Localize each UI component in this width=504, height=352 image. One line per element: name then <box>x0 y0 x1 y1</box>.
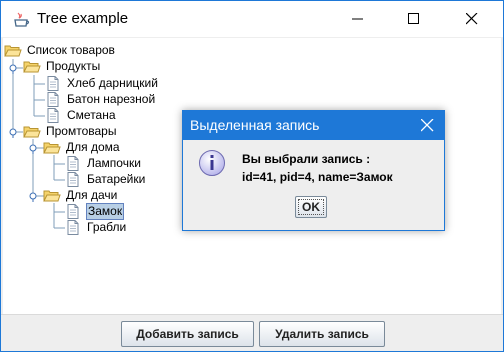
tree-node-label: Грабли <box>87 219 127 234</box>
tree-node-label: Хлеб дарницкий <box>67 75 158 90</box>
file-icon <box>67 155 79 171</box>
tree-node-root[interactable]: Список товаров <box>4 42 116 58</box>
dialog-title: Выделенная запись <box>190 117 320 133</box>
tree-leaf-bread1[interactable]: Хлеб дарницкий <box>44 75 159 91</box>
close-button[interactable] <box>449 1 495 37</box>
tree-node-label: Лампочки <box>87 155 141 170</box>
open-folder-icon <box>23 126 41 137</box>
tree-node-label: Список товаров <box>27 42 115 57</box>
close-icon <box>466 13 478 25</box>
dialog-message-heading: Вы выбрали запись : <box>242 152 371 166</box>
file-icon <box>47 91 59 107</box>
tree-leaf-rake[interactable]: Грабли <box>64 219 127 235</box>
file-icon <box>67 219 79 235</box>
dialog-close-button[interactable] <box>411 111 444 140</box>
open-folder-icon <box>23 61 41 72</box>
title-bar[interactable]: Tree example <box>1 1 503 37</box>
tree-leaf-lock-selected[interactable]: Замок <box>64 202 125 220</box>
maximize-icon <box>408 13 419 24</box>
dialog-title-bar[interactable]: Выделенная запись <box>183 111 444 140</box>
add-record-button[interactable]: Добавить запись <box>121 321 254 347</box>
info-icon <box>199 150 225 176</box>
tree-node-home[interactable]: Для дома <box>43 139 121 155</box>
tree-node-dacha[interactable]: Для дачи <box>43 187 118 203</box>
tree-node-label: Промтовары <box>46 123 117 138</box>
tree-leaf-batteries[interactable]: Батарейки <box>64 171 146 187</box>
open-folder-icon <box>4 45 22 56</box>
open-folder-icon <box>43 190 61 201</box>
java-app-icon <box>14 12 30 27</box>
file-icon <box>47 75 59 91</box>
tree-node-label: Батон нарезной <box>67 91 156 106</box>
tree-node-label: Продукты <box>46 58 101 73</box>
tree-node-goods[interactable]: Промтовары <box>23 123 117 139</box>
file-icon <box>67 203 79 219</box>
selected-record-dialog: Выделенная запись Вы выбрали запись : id… <box>182 110 445 231</box>
tree-node-label: Для дачи <box>66 187 118 202</box>
tree-node-products[interactable]: Продукты <box>23 58 101 74</box>
dialog-message-details: id=41, pid=4, name=Замок <box>242 170 393 184</box>
file-icon <box>67 171 79 187</box>
tree-leaf-bulbs[interactable]: Лампочки <box>64 155 142 171</box>
delete-record-button[interactable]: Удалить запись <box>259 321 385 347</box>
tree-node-label: Сметана <box>67 107 116 122</box>
tree-node-label: Батарейки <box>87 171 146 186</box>
tree-leaf-cream[interactable]: Сметана <box>44 107 117 123</box>
button-bar: Добавить запись Удалить запись <box>1 314 503 351</box>
tree-node-label-selected: Замок <box>86 202 125 220</box>
ok-button[interactable]: OK <box>295 196 327 218</box>
tree-leaf-bread2[interactable]: Батон нарезной <box>44 91 156 107</box>
file-icon <box>47 107 59 123</box>
open-folder-icon <box>43 142 61 153</box>
minimize-icon <box>352 18 363 20</box>
close-icon <box>421 119 434 132</box>
minimize-button[interactable] <box>335 1 381 37</box>
tree-node-label: Для дома <box>66 139 120 154</box>
maximize-button[interactable] <box>391 1 437 37</box>
window-title: Tree example <box>37 10 129 27</box>
